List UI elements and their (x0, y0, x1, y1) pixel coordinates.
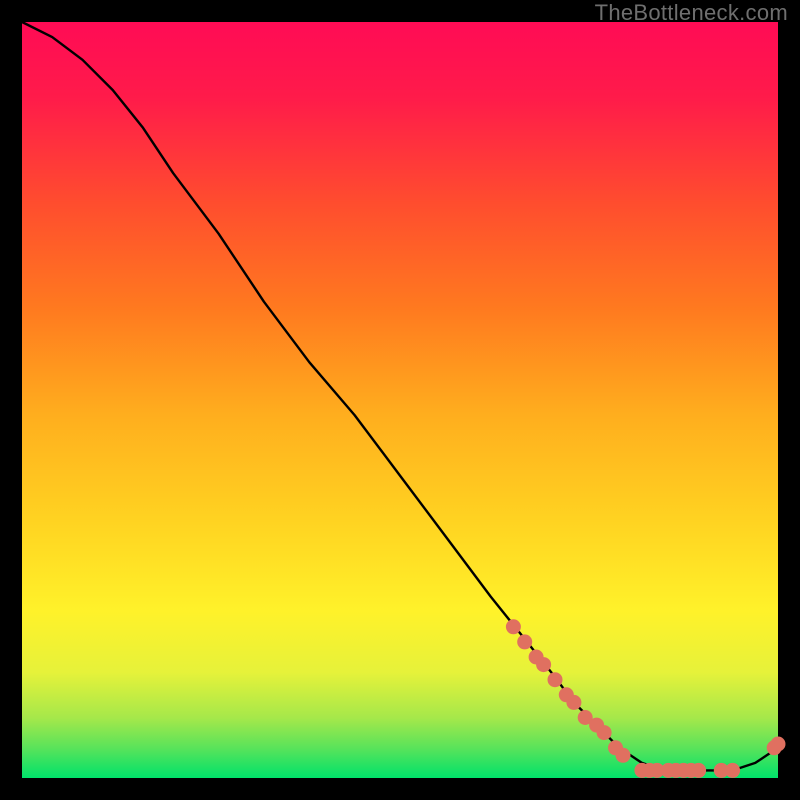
marker-dot (548, 672, 563, 687)
marker-dot (517, 634, 532, 649)
main-curve-line (22, 22, 778, 770)
marker-dot (725, 763, 740, 778)
chart-overlay (22, 22, 778, 778)
marker-dot (597, 725, 612, 740)
marker-dot (536, 657, 551, 672)
marker-dot (616, 748, 631, 763)
marker-dot (566, 695, 581, 710)
marker-dots-group (506, 619, 786, 778)
watermark-text: TheBottleneck.com (595, 0, 788, 26)
marker-dot (691, 763, 706, 778)
marker-dot (771, 737, 786, 752)
marker-dot (506, 619, 521, 634)
chart-stage: TheBottleneck.com (0, 0, 800, 800)
